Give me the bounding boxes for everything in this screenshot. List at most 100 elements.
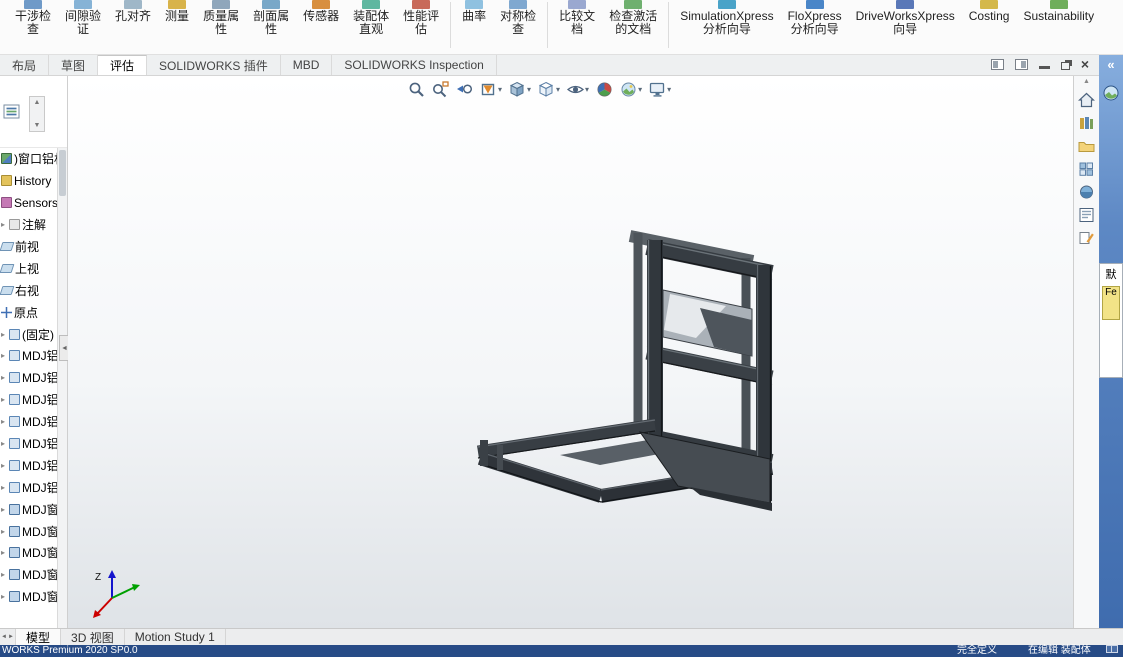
restore-button[interactable] [1060,61,1070,70]
tree-item-component[interactable]: ▸MDJ铝型 [0,411,57,433]
expander-icon[interactable]: ▸ [1,527,7,536]
sustainability-button[interactable]: Sustainability [1016,0,1101,55]
performance-evaluation-button[interactable]: 性能评估 [396,0,446,55]
expander-icon[interactable]: ▸ [1,417,7,426]
clearance-verification-button[interactable]: 间隙验证 [58,0,108,55]
tree-item-history[interactable]: History [0,170,57,192]
expander-icon[interactable]: ▸ [1,220,7,229]
scroll-right-icon[interactable]: ► [8,634,14,640]
tree-item-top-plane[interactable]: 上视 [0,257,57,279]
tree-item-origin[interactable]: 原点 [0,301,57,323]
scroll-up-icon[interactable]: ▲ [1083,78,1090,88]
dock-pane-right-icon[interactable] [1014,58,1028,70]
tree-item-component[interactable]: ▸MDJ窗口 [0,520,57,542]
pane-toggle-icon[interactable] [1106,645,1118,653]
compare-documents-button[interactable]: 比较文档 [552,0,602,55]
driveworksxpress-button[interactable]: DriveWorksXpress 向导 [849,0,962,55]
tree-item-component[interactable]: ▸MDJ铝型 [0,389,57,411]
custom-properties-button[interactable] [1076,203,1098,226]
measure-button[interactable]: 测量 [158,0,196,55]
sustainability-icon [1049,0,1068,9]
tree-item-fixed-component[interactable]: ▸(固定) M [0,323,57,345]
simulationxpress-button[interactable]: SimulationXpress 分析向导 [673,0,780,55]
expander-icon[interactable]: ▸ [1,373,7,382]
featuremanager-tree-tab-icon[interactable] [3,103,21,121]
resources-sphere-icon[interactable] [1102,84,1120,102]
expander-icon[interactable]: ▸ [1,395,7,404]
tree-item-component[interactable]: ▸MDJ窗口 [0,542,57,564]
tab-sketch[interactable]: 草图 [49,55,99,75]
expander-icon[interactable]: ▸ [1,330,7,339]
expander-icon[interactable]: ▸ [1,439,7,448]
tree-item-annotations[interactable]: ▸ 注解 [0,214,57,236]
expander-icon[interactable]: ▸ [1,505,7,514]
expander-icon[interactable]: ▸ [1,592,7,601]
symmetry-check-button[interactable]: 对称检查 [493,0,543,55]
tree-scrollbar[interactable] [57,148,67,628]
tree-item-component[interactable]: ▸MDJ窗口 [0,586,57,608]
tree-item-component[interactable]: ▸MDJ铝型 [0,433,57,455]
document-window-controls: × [990,57,1089,71]
panel-splitter-control[interactable]: ▲ ▼ [29,96,45,132]
check-active-document-button[interactable]: 检查激活 的文档 [602,0,664,55]
solidworks-forum-button[interactable] [1076,226,1098,249]
design-library-button[interactable] [1076,111,1098,134]
tree-scrollbar-thumb[interactable] [59,150,66,196]
tab-mbd[interactable]: MBD [281,55,333,75]
section-properties-button[interactable]: 剖面属性 [246,0,296,55]
mass-properties-button[interactable]: 质量属性 [196,0,246,55]
tab-model[interactable]: 模型 [16,629,62,645]
tab-scroll-buttons[interactable]: ◄ ► [0,629,16,645]
expand-task-pane-button[interactable]: « [1099,55,1123,72]
interference-check-button[interactable]: 干涉检查 [8,0,58,55]
appearance-swatch[interactable]: Fe [1102,286,1120,320]
tree-item-component[interactable]: ▸MDJ铝型 [0,367,57,389]
hole-alignment-button[interactable]: 孔对齐 [108,0,158,55]
simulationxpress-icon [717,0,736,9]
close-button[interactable]: × [1081,57,1089,71]
expander-icon[interactable]: ▸ [1,483,7,492]
expander-icon[interactable]: ▸ [1,548,7,557]
tab-layout[interactable]: 布局 [0,55,50,75]
curvature-button[interactable]: 曲率 [455,0,493,55]
tree-item-component[interactable]: ▸MDJ铝型 [0,345,57,367]
tree-item-component[interactable]: ▸MDJ窗口 [0,498,57,520]
file-explorer-button[interactable] [1076,134,1098,157]
driveworksxpress-icon [896,0,915,9]
ribbon-evaluate: 干涉检查 间隙验证 孔对齐 测量 质量属性 剖面属性 传感器 装配体 直观 性能… [0,0,1123,55]
tree-item-component[interactable]: ▸MDJ铝型 [0,454,57,476]
graphics-area[interactable]: ▾ ▾ ▾ ▾ ▾ ▾ Z [68,76,1073,628]
tree-item-front-plane[interactable]: 前视 [0,236,57,258]
expander-icon[interactable]: ▸ [1,461,7,470]
sensors-button[interactable]: 传感器 [296,0,346,55]
expander-icon[interactable]: ▸ [1,351,7,360]
view-palette-button[interactable] [1076,157,1098,180]
tree-item-component[interactable]: ▸MDJ铝型 [0,476,57,498]
tab-solidworks-inspection[interactable]: SOLIDWORKS Inspection [332,55,497,75]
tab-motion-study-1[interactable]: Motion Study 1 [125,629,226,645]
tree-item-assembly-root[interactable]: )窗口铝材 [0,148,57,170]
expander-icon[interactable]: ▸ [1,570,7,579]
tree-item-sensors[interactable]: Sensors [0,192,57,214]
assembly-visualization-button[interactable]: 装配体 直观 [346,0,396,55]
dock-pane-left-icon[interactable] [990,58,1004,70]
tab-solidworks-addins[interactable]: SOLIDWORKS 插件 [147,55,281,75]
tree-item-component[interactable]: ▸MDJ窗口 [0,564,57,586]
minimize-button[interactable] [1038,59,1050,69]
tab-evaluate[interactable]: 评估 [98,55,148,75]
costing-button[interactable]: Costing [962,0,1017,55]
scroll-left-icon[interactable]: ◄ [1,634,7,640]
appearances-scenes-button[interactable] [1076,180,1098,203]
mass-properties-icon [212,0,231,9]
scroll-up-icon[interactable]: ▲ [34,99,41,106]
floxpress-button[interactable]: FloXpress 分析向导 [781,0,849,55]
tab-3d-views[interactable]: 3D 视图 [61,629,125,645]
tree-item-right-plane[interactable]: 右视 [0,279,57,301]
scroll-down-icon[interactable]: ▼ [34,122,41,129]
appearance-group-label: 默 [1105,269,1117,281]
solidworks-resources-button[interactable] [1076,88,1098,111]
reference-triad[interactable]: Z [85,562,145,622]
component-icon [9,350,20,362]
check-active-document-icon [624,0,643,9]
assembly-model[interactable] [68,76,1073,628]
